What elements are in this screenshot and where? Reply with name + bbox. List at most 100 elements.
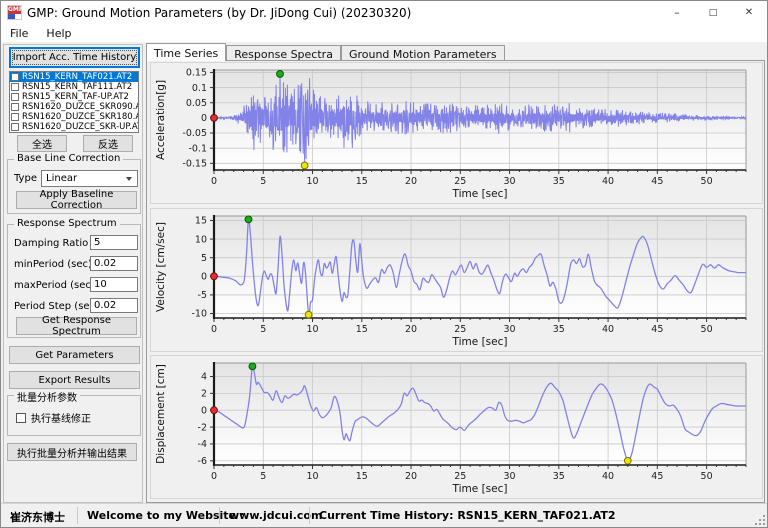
x-tick-label: 0 [211,324,217,335]
import-acc-button[interactable]: Import Acc. Time History [9,47,140,68]
x-tick-label: 35 [553,471,565,482]
menu-bar: File Help [1,24,767,43]
start-marker [210,272,218,281]
displacement-chart: 0 5 10 15 20 25 30 35 40 45 50 4 2 0 -2 -4 -6 Time [sec] D… [150,355,763,499]
maxperiod-input[interactable] [90,277,138,292]
x-tick-label: 0 [211,176,217,187]
y-tick-label: -2 [198,422,207,433]
vel-plot: 0 5 10 15 20 25 30 35 40 45 50151050-5-10Time [sec… [155,215,747,348]
y-axis-label: Acceleration[g] [155,80,167,160]
get-response-spectrum-button[interactable]: Get Response Spectrum [16,315,137,337]
max-marker [248,362,257,371]
apply-baseline-button[interactable]: Apply Baseline Correction [16,189,137,211]
x-tick-label: 50 [701,471,713,482]
close-icon[interactable]: ✕ [731,1,767,24]
minperiod-label: minPeriod (sec) [14,259,92,270]
x-tick-label: 0 [211,471,217,482]
export-results-button[interactable]: Export Results [9,371,140,389]
start-marker [210,113,218,122]
title-bar: GMP GMP: Ground Motion Parameters (by Dr… [1,1,767,24]
x-axis-label: Time [sec] [452,336,508,348]
y-tick-label: 0.15 [186,68,207,79]
accel-plot: 0 5 10 15 20 25 30 35 40 45 50 0.15 0.1 0.05 0 -0.05 -0.… [155,68,747,200]
y-tick-label: -0.05 [182,128,207,139]
file-listbox[interactable]: RSN15_KERN_TAF021.AT2 RSN15_KERN_TAF111.… [9,71,139,133]
list-item[interactable]: RSN1620_DUZCE_SKR090.AT2 [10,102,138,112]
x-tick-label: 30 [504,324,516,335]
baseline-groupbox: Base Line Correction Type Linear Apply B… [7,153,141,214]
checkbox-icon[interactable] [11,83,19,91]
y-tick-label: 2 [201,389,207,400]
maximize-icon[interactable]: □ [695,1,731,24]
minperiod-input[interactable] [90,256,138,271]
y-tick-label: -0.1 [188,143,207,154]
response-groupbox: Response Spectrum Damping Ratio (%) minP… [7,218,141,338]
list-item[interactable]: RSN1620_DUZCE_SKR180.AT2 [10,112,138,122]
y-axis-label: Displacement [cm] [155,364,167,464]
list-item[interactable]: RSN1620_DUZCE_SKR-UP.AT2 [10,122,138,132]
checkbox-icon[interactable] [11,123,19,131]
y-tick-label: 0 [201,272,207,283]
x-tick-label: 20 [405,471,417,482]
tab-response-spectra[interactable]: Response Spectra [226,45,341,61]
checkbox-icon[interactable] [11,73,19,81]
list-item[interactable]: RSN15_KERN_TAF-UP.AT2 [10,92,138,102]
start-marker [210,406,218,415]
max-marker [276,70,284,78]
baseline-type-select[interactable]: Linear [41,170,138,187]
periodstep-input[interactable] [90,298,138,313]
y-tick-label: 0.1 [192,83,207,94]
checkbox-icon[interactable] [11,93,19,101]
x-tick-label: 45 [651,471,663,482]
x-tick-label: 40 [602,471,614,482]
velocity-chart: 0 5 10 15 20 25 30 35 40 45 50 15 10 5 0 -5 -10 Time [sec… [150,208,763,352]
min-marker [300,161,309,170]
x-tick-label: 10 [306,176,318,187]
run-batch-button[interactable]: 执行批量分析并输出结果 [7,443,137,461]
x-tick-label: 10 [306,324,318,335]
x-tick-label: 5 [260,324,266,335]
y-tick-label: 15 [195,216,207,227]
disp-plot: 0 5 10 15 20 25 30 35 40 45 50420-2-4-6Time [sec]D… [155,362,747,495]
x-tick-label: 30 [504,176,516,187]
x-tick-label: 15 [356,324,368,335]
x-tick-label: 40 [602,324,614,335]
status-current-history: Current Time History: RSN15_KERN_TAF021.… [319,509,616,522]
x-tick-label: 50 [701,324,713,335]
checkbox-icon[interactable] [16,412,26,423]
y-tick-label: 0 [201,405,207,416]
select-all-button[interactable]: 全选 [17,135,67,152]
app-icon: GMP [7,5,23,20]
y-tick-label: -10 [191,309,207,320]
minimize-icon[interactable]: – [659,1,695,24]
tab-time-series[interactable]: Time Series [146,43,227,61]
y-tick-label: 0.05 [186,98,207,109]
checkbox-icon[interactable] [11,113,19,121]
x-tick-label: 40 [602,176,614,187]
apply-baseline-checkbox[interactable]: 执行基线修正 [16,410,91,425]
tab-ground-motion-parameters[interactable]: Ground Motion Parameters [340,45,505,61]
x-axis-label: Time [sec] [452,483,508,495]
status-author: 崔济东博士 [10,511,65,524]
x-tick-label: 5 [260,176,266,187]
x-tick-label: 20 [405,176,417,187]
menu-help[interactable]: Help [37,27,80,40]
y-tick-label: 4 [201,372,207,383]
max-marker [244,215,253,224]
invert-selection-button[interactable]: 反选 [83,135,133,152]
x-tick-label: 20 [405,324,417,335]
list-item[interactable]: RSN15_KERN_TAF111.AT2 [10,82,138,92]
checkbox-icon[interactable] [11,103,19,111]
get-parameters-button[interactable]: Get Parameters [9,346,140,364]
resize-grip[interactable] [753,513,765,525]
list-item[interactable]: RSN15_KERN_TAF021.AT2 [10,72,138,82]
x-tick-label: 25 [454,471,466,482]
damping-input[interactable] [90,235,138,250]
response-group-title: Response Spectrum [14,218,120,229]
menu-file[interactable]: File [1,27,37,40]
y-tick-label: 0 [201,113,207,124]
maxperiod-label: maxPeriod (sec) [14,280,95,291]
x-tick-label: 15 [356,176,368,187]
x-tick-label: 50 [701,176,713,187]
baseline-group-title: Base Line Correction [14,153,124,164]
